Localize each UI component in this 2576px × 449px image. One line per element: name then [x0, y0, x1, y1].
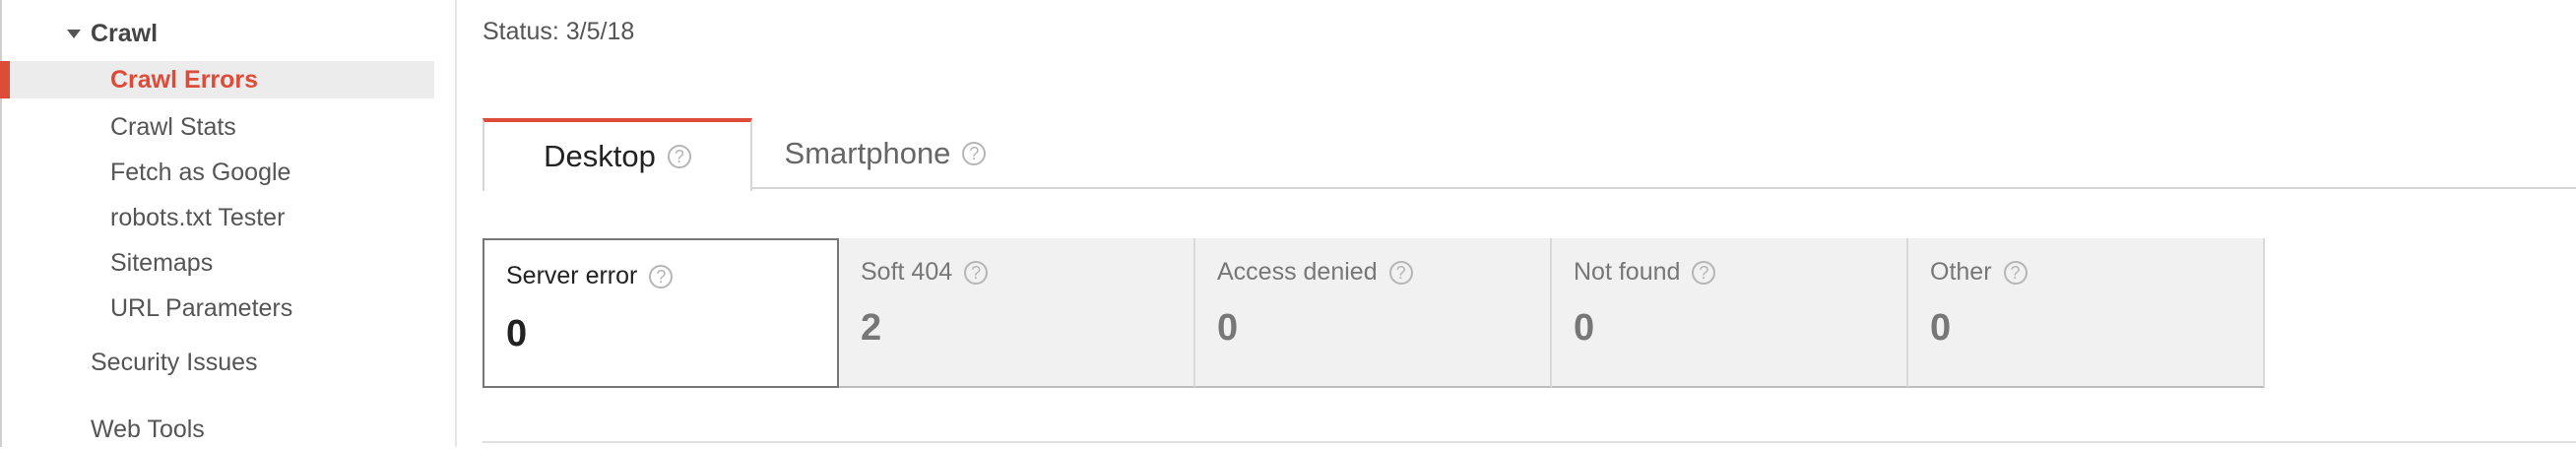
sidebar-item-label: URL Parameters: [110, 293, 293, 322]
tab-label: Desktop: [544, 139, 656, 173]
status-text: Status: 3/5/18: [483, 18, 635, 45]
card-label: Other: [1930, 258, 1992, 286]
sidebar-item-label: robots.txt Tester: [110, 203, 286, 231]
sidebar: Crawl Crawl Errors Crawl Stats Fetch as …: [0, 0, 455, 447]
section-divider: [483, 441, 2576, 443]
card-label-row: Server error ?: [506, 262, 674, 290]
card-label-row: Not found ?: [1574, 258, 1716, 287]
help-icon[interactable]: ?: [1388, 260, 1413, 285]
sidebar-item-fetch-as-google[interactable]: Fetch as Google: [110, 154, 290, 191]
card-value: 0: [506, 313, 528, 354]
tab-label: Smartphone: [784, 136, 951, 170]
tab-smartphone[interactable]: Smartphone ?: [752, 118, 1018, 189]
sidebar-item-crawl-stats[interactable]: Crawl Stats: [110, 108, 236, 146]
help-icon[interactable]: ?: [667, 145, 691, 168]
card-value: 0: [1574, 307, 1595, 349]
card-value: 0: [1217, 307, 1239, 349]
sidebar-item-label: Security Issues: [91, 348, 258, 376]
caret-down-icon: [67, 29, 81, 38]
card-label: Server error: [506, 262, 638, 289]
card-value: 0: [1930, 307, 1952, 349]
help-icon[interactable]: ?: [962, 142, 987, 165]
card-access-denied[interactable]: Access denied ? 0: [1195, 238, 1552, 388]
help-icon[interactable]: ?: [649, 264, 674, 289]
card-soft-404[interactable]: Soft 404 ? 2: [839, 238, 1195, 388]
card-not-found[interactable]: Not found ? 0: [1552, 238, 1908, 388]
help-icon[interactable]: ?: [1692, 260, 1716, 285]
card-label: Soft 404: [861, 258, 953, 286]
help-icon[interactable]: ?: [964, 260, 989, 285]
sidebar-item-label: Web Tools: [91, 415, 205, 443]
sidebar-divider: [455, 0, 457, 447]
sidebar-item-label: Sitemaps: [110, 248, 214, 277]
sidebar-item-robots-tester[interactable]: robots.txt Tester: [110, 199, 285, 236]
sidebar-item-label: Fetch as Google: [110, 158, 291, 186]
sidebar-item-url-parameters[interactable]: URL Parameters: [110, 289, 292, 327]
card-label-row: Soft 404 ?: [861, 258, 989, 287]
card-label-row: Access denied ?: [1217, 258, 1413, 287]
card-label: Access denied: [1217, 258, 1378, 286]
sidebar-item-security-issues[interactable]: Security Issues: [91, 343, 258, 382]
sidebar-section-crawl[interactable]: Crawl: [67, 17, 158, 50]
card-value: 2: [861, 307, 882, 349]
card-label-row: Other ?: [1930, 258, 2028, 287]
card-label: Not found: [1574, 258, 1681, 286]
sidebar-item-label: Crawl Stats: [110, 112, 236, 141]
sidebar-item-label: Crawl Errors: [110, 65, 259, 94]
sidebar-section-label: Crawl: [91, 19, 159, 47]
card-server-error[interactable]: Server error ? 0: [483, 238, 839, 388]
sidebar-item-web-tools[interactable]: Web Tools: [91, 410, 205, 449]
help-icon[interactable]: ?: [2003, 260, 2028, 285]
active-indicator: [0, 61, 10, 98]
tab-desktop[interactable]: Desktop ?: [483, 118, 752, 191]
card-other[interactable]: Other ? 0: [1908, 238, 2265, 388]
sidebar-item-sitemaps[interactable]: Sitemaps: [110, 244, 213, 282]
sidebar-item-crawl-errors[interactable]: Crawl Errors: [0, 61, 434, 98]
